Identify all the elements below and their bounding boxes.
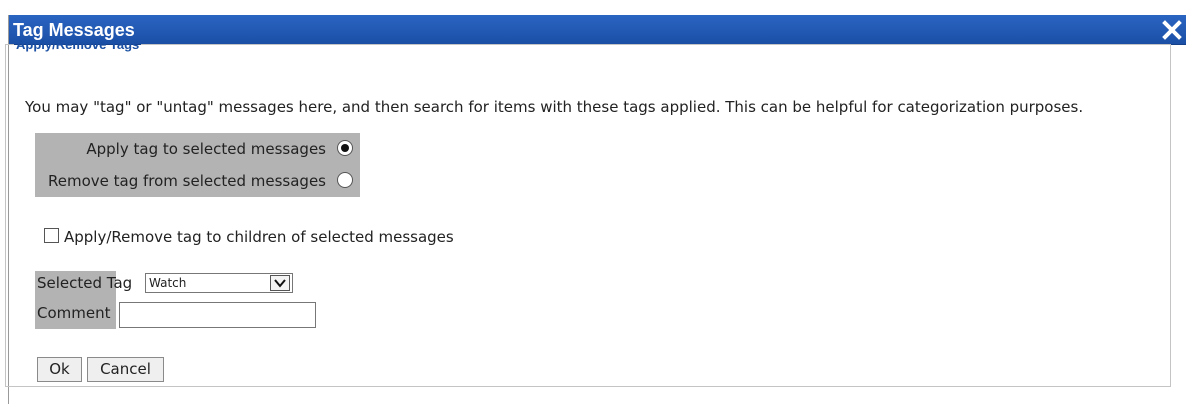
cancel-button[interactable]: Cancel — [87, 357, 164, 382]
group-legend: Apply/Remove Tags — [16, 37, 140, 52]
remove-tag-option[interactable]: Remove tag from selected messages — [35, 168, 360, 194]
description-text: You may "tag" or "untag" messages here, … — [25, 98, 1084, 116]
selected-tag-label: Selected Tag — [37, 274, 133, 292]
remove-tag-radio[interactable] — [337, 172, 353, 188]
apply-tag-label: Apply tag to selected messages — [86, 140, 326, 158]
comment-label: Comment — [37, 304, 111, 322]
chevron-down-icon[interactable] — [270, 275, 290, 291]
apply-to-children-option[interactable]: Apply/Remove tag to children of selected… — [44, 227, 454, 247]
apply-tag-option[interactable]: Apply tag to selected messages — [35, 136, 360, 162]
tag-mode-panel: Apply tag to selected messages Remove ta… — [35, 133, 360, 197]
apply-to-children-label: Apply/Remove tag to children of selected… — [64, 228, 454, 246]
apply-to-children-checkbox[interactable] — [44, 228, 59, 243]
apply-tag-radio[interactable] — [337, 140, 353, 156]
selected-tag-dropdown[interactable]: Watch — [145, 273, 293, 293]
comment-input[interactable] — [119, 302, 316, 328]
selected-tag-value: Watch — [149, 276, 187, 290]
ok-button[interactable]: Ok — [37, 357, 82, 382]
apply-remove-tags-group: Apply/Remove Tags — [5, 37, 1171, 387]
remove-tag-label: Remove tag from selected messages — [48, 172, 326, 190]
tag-fields-panel: Selected Tag Comment — [35, 271, 132, 329]
